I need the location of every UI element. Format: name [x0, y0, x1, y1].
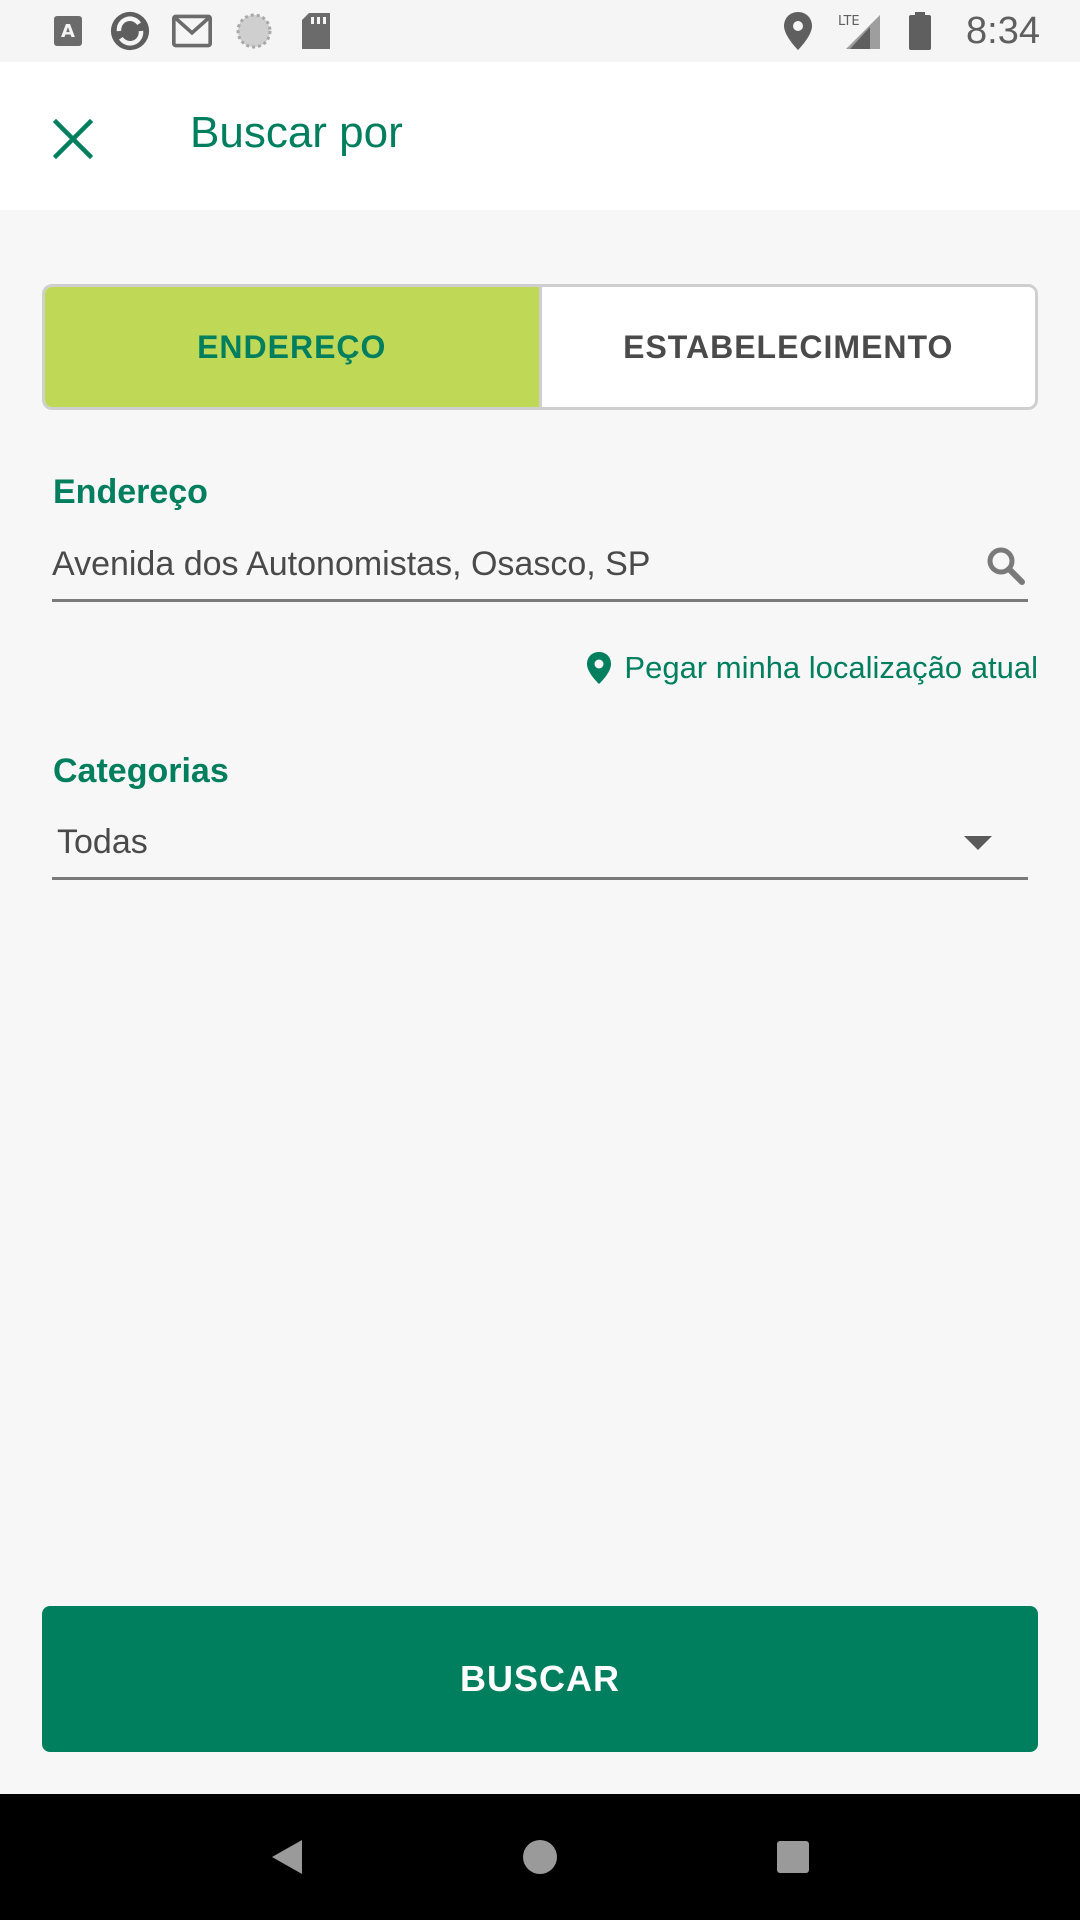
search-icon[interactable] [982, 542, 1028, 588]
tab-endereco[interactable]: ENDEREÇO [45, 287, 542, 407]
current-location-link[interactable]: Pegar minha localização atual [586, 650, 1038, 686]
address-field[interactable]: Avenida dos Autonomistas, Osasco, SP [52, 530, 1028, 602]
screen: A LTE 8:34 Buscar por ENDEREÇO ESTABELEC… [0, 0, 1080, 1920]
map-pin-icon [587, 652, 612, 684]
back-icon[interactable] [252, 1822, 322, 1892]
clock: 8:34 [966, 9, 1040, 52]
close-button[interactable] [40, 106, 106, 172]
signal-icon: LTE [836, 11, 882, 51]
current-location-label: Pegar minha localização atual [624, 650, 1038, 685]
network-type: LTE [838, 14, 860, 29]
categories-selected-value: Todas [57, 823, 148, 861]
gmail-icon [172, 11, 212, 51]
search-button[interactable]: BUSCAR [42, 1606, 1038, 1752]
chevron-down-icon[interactable] [958, 823, 998, 863]
sync-app-icon [110, 11, 150, 51]
status-bar: A LTE 8:34 [0, 0, 1080, 62]
categories-label: Categorias [53, 752, 229, 790]
app-bar: Buscar por [0, 62, 1080, 210]
notification-icons: A [48, 8, 336, 54]
loading-icon [234, 11, 274, 51]
navigation-bar [0, 1794, 1080, 1920]
recents-icon[interactable] [758, 1822, 828, 1892]
categories-select[interactable]: Todas [52, 808, 1028, 880]
address-input[interactable]: Avenida dos Autonomistas, Osasco, SP [52, 545, 982, 584]
search-mode-toggle: ENDEREÇO ESTABELECIMENTO [42, 284, 1038, 410]
font-download-icon: A [48, 11, 88, 51]
battery-icon [900, 11, 940, 51]
home-icon[interactable] [505, 1822, 575, 1892]
sd-card-icon [296, 11, 336, 51]
page-title: Buscar por [190, 108, 403, 157]
location-icon [778, 11, 818, 51]
address-label: Endereço [53, 473, 208, 511]
svg-text:A: A [61, 21, 75, 42]
system-icons: LTE 8:34 [778, 8, 1040, 54]
tab-estabelecimento[interactable]: ESTABELECIMENTO [541, 287, 1035, 407]
close-icon [53, 119, 93, 159]
